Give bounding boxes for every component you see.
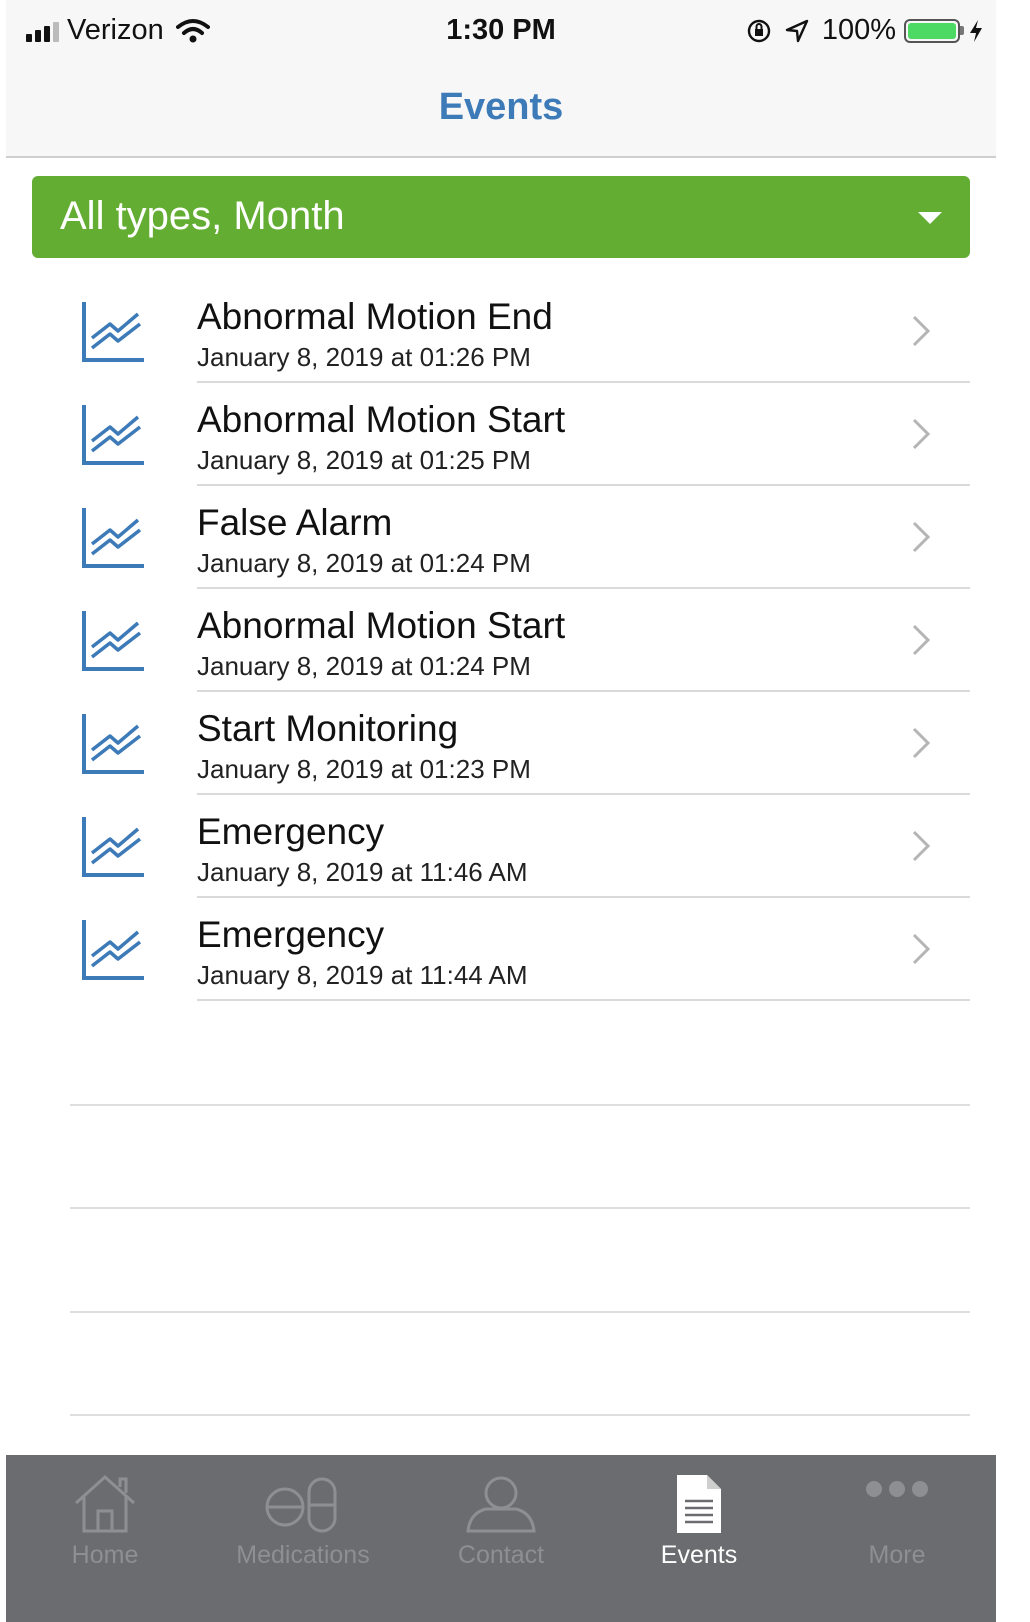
chevron-right-icon [912,315,931,347]
chevron-right-icon [912,418,931,450]
event-row[interactable]: Emergency January 8, 2019 at 11:44 AM [6,898,996,1001]
phone-screen: Verizon 1:30 PM 100% Events All types, M… [6,0,996,1622]
navigation-bar: Events [6,62,996,158]
tab-label: Home [71,1541,139,1569]
empty-row-divider [70,1311,970,1313]
home-icon [74,1474,136,1533]
tab-more[interactable]: More [798,1455,996,1622]
chevron-right-icon [912,727,931,759]
event-date: January 8, 2019 at 11:44 AM [197,960,528,990]
filter-dropdown[interactable]: All types, Month [32,176,970,258]
event-date: January 8, 2019 at 01:26 PM [197,342,531,372]
chart-line-icon [82,714,144,774]
location-arrow-icon [785,19,809,42]
more-icon [866,1481,928,1497]
chevron-right-icon [912,830,931,862]
event-title: False Alarm [197,502,393,543]
event-row[interactable]: False Alarm January 8, 2019 at 01:24 PM [6,486,996,589]
empty-row-divider [70,1104,970,1106]
event-row[interactable]: Abnormal Motion Start January 8, 2019 at… [6,589,996,692]
chart-line-icon [82,611,144,671]
battery-icon [904,18,960,43]
event-row[interactable]: Start Monitoring January 8, 2019 at 01:2… [6,692,996,795]
chart-line-icon [82,405,144,465]
battery-cap [960,26,964,35]
tab-home[interactable]: Home [6,1455,204,1622]
empty-row-divider [70,1414,970,1416]
chevron-right-icon [912,521,931,553]
event-row[interactable]: Abnormal Motion End January 8, 2019 at 0… [6,280,996,383]
chart-line-icon [82,508,144,568]
chevron-right-icon [912,624,931,656]
tab-label: More [868,1541,926,1569]
tab-label: Events [660,1541,738,1569]
chart-line-icon [82,302,144,362]
event-date: January 8, 2019 at 01:24 PM [197,651,531,681]
caret-down-icon [918,212,942,224]
tab-medications[interactable]: Medications [204,1455,402,1622]
event-title: Emergency [197,811,385,852]
chevron-right-icon [912,933,931,965]
event-title: Emergency [197,914,385,955]
event-list: Abnormal Motion End January 8, 2019 at 0… [6,280,996,1001]
status-right: 100% [746,14,984,47]
pill-icon [265,1477,337,1533]
empty-row-divider [70,1207,970,1209]
tab-contact[interactable]: Contact [402,1455,600,1622]
charging-bolt-icon [970,19,982,42]
filter-label: All types, Month [60,194,345,238]
chart-line-icon [82,920,144,980]
event-title: Abnormal Motion End [197,296,553,337]
event-date: January 8, 2019 at 11:46 AM [197,857,528,887]
event-title: Start Monitoring [197,708,459,749]
person-icon [466,1476,536,1533]
document-icon [677,1475,721,1533]
status-bar: Verizon 1:30 PM 100% [6,0,996,62]
event-date: January 8, 2019 at 01:25 PM [197,445,531,475]
event-date: January 8, 2019 at 01:24 PM [197,548,531,578]
battery-percent: 100% [821,14,896,46]
tab-bar: Home Medications Contact Events More [6,1455,996,1622]
row-divider [197,999,970,1001]
event-title: Abnormal Motion Start [197,605,566,646]
event-title: Abnormal Motion Start [197,399,566,440]
event-date: January 8, 2019 at 01:23 PM [197,754,531,784]
event-row[interactable]: Emergency January 8, 2019 at 11:46 AM [6,795,996,898]
event-row[interactable]: Abnormal Motion Start January 8, 2019 at… [6,383,996,486]
orientation-lock-icon [747,19,771,42]
page-title: Events [438,86,564,128]
tab-label: Medications [236,1541,370,1569]
tab-events[interactable]: Events [600,1455,798,1622]
chart-line-icon [82,817,144,877]
tab-label: Contact [457,1541,545,1569]
